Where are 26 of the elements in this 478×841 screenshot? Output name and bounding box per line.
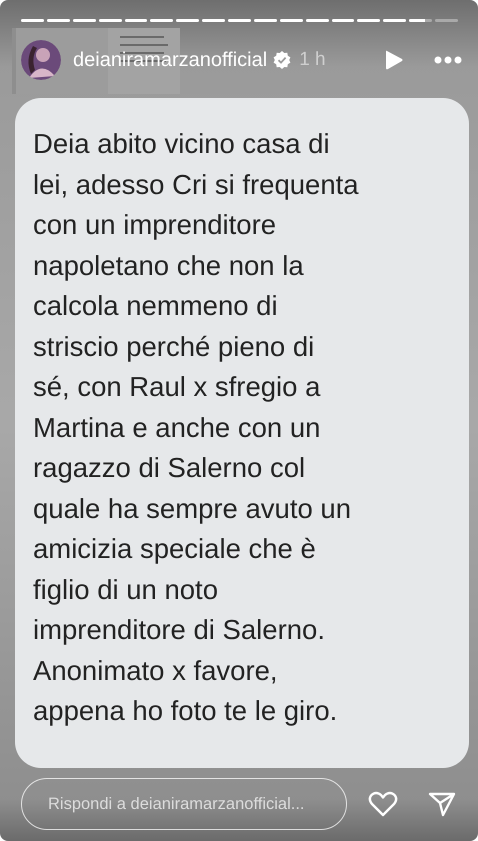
- send-icon[interactable]: [428, 791, 456, 817]
- post-time: 1 h: [299, 49, 326, 71]
- progress-segment: [46, 19, 70, 22]
- heart-icon[interactable]: [368, 790, 398, 818]
- progress-segment: [21, 19, 44, 22]
- progress-segment: [306, 19, 328, 22]
- progress-segment: [176, 19, 200, 22]
- username[interactable]: deianiramarzanofficial: [73, 48, 268, 72]
- progress-segment: [202, 19, 225, 22]
- reply-field[interactable]: Rispondi a deianiramarzanofficial...: [21, 778, 347, 830]
- progress-segment: [383, 19, 406, 22]
- progress-segment: [254, 19, 277, 22]
- progress-segment: [228, 19, 251, 22]
- progress-segment: [332, 19, 354, 22]
- progress-segment: [409, 19, 432, 22]
- progress-segment: [280, 19, 303, 22]
- progress-segment: [72, 19, 96, 22]
- play-icon[interactable]: [384, 49, 404, 71]
- progress-segment: [124, 19, 148, 22]
- avatar[interactable]: [21, 40, 61, 80]
- progress-segment: [435, 19, 458, 22]
- more-icon[interactable]: [434, 56, 462, 64]
- progress-segment: [357, 19, 380, 22]
- progress-segment: [98, 19, 122, 22]
- story-text: Deia abito vicino casa di lei, adesso Cri si frequenta con un imprenditore napoletano che non la calcola nemmeno di striscio perché pieno di sé, con Raul x sfregio a Martina e anche con un ragazzo di Salerno col quale ha sempre avuto un amicizia speciale che è figlio di un noto imprenditore di Salerno. Anonimato x favore, appena ho foto te le giro.: [33, 127, 360, 728]
- progress-segment: [150, 19, 174, 22]
